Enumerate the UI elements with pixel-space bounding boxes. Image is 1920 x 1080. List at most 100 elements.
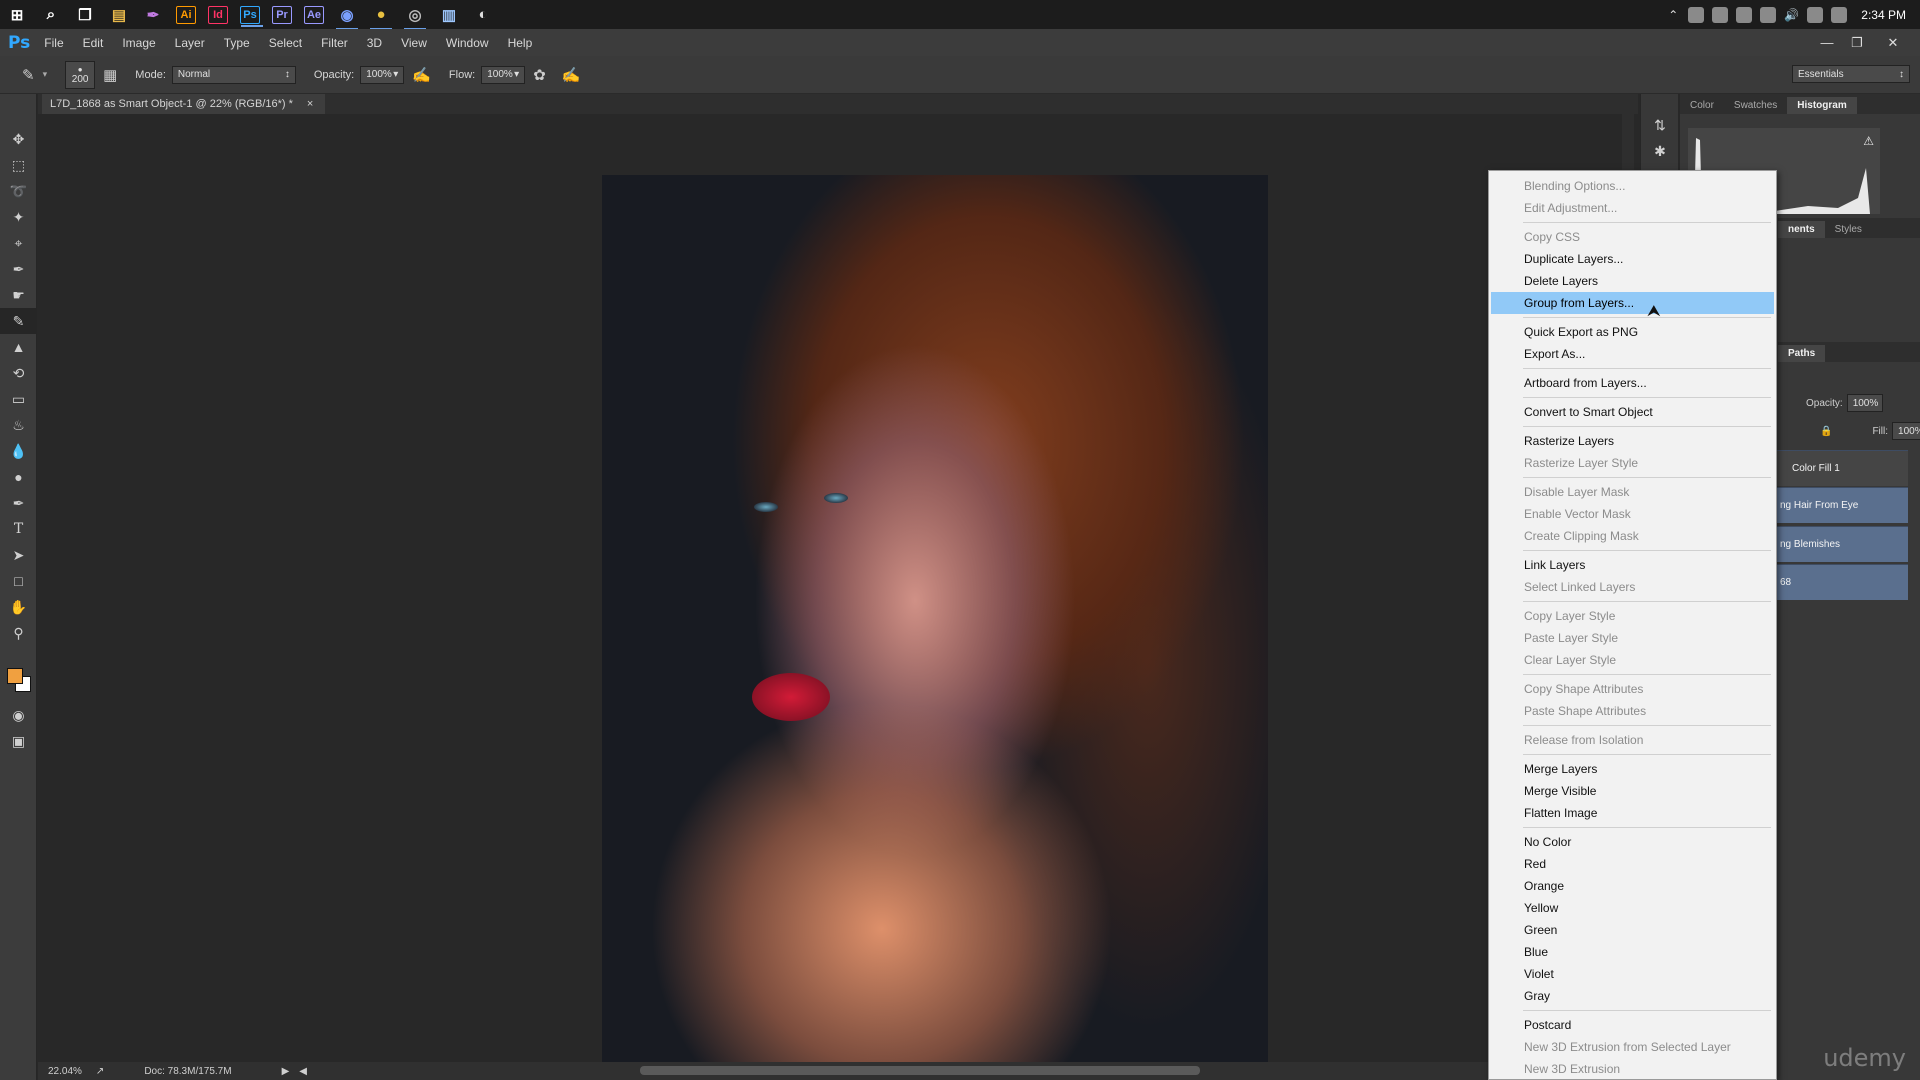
- menu-item-convert-to-smart-object[interactable]: Convert to Smart Object: [1491, 401, 1774, 423]
- layer-opacity-input[interactable]: 100%: [1846, 394, 1883, 412]
- chevron-down-icon[interactable]: ▾: [43, 69, 48, 80]
- after-effects-icon[interactable]: Ae: [304, 5, 324, 24]
- menu-3d[interactable]: 3D: [367, 36, 382, 50]
- tab-histogram[interactable]: Histogram: [1787, 97, 1857, 114]
- minimize-icon[interactable]: —: [1812, 29, 1842, 56]
- rectangle-tool-icon[interactable]: □: [0, 568, 37, 594]
- blur-tool-icon[interactable]: 💧: [0, 438, 37, 464]
- crop-tool-icon[interactable]: ⌖: [0, 230, 37, 256]
- menu-item-new-3d-extrusion[interactable]: New 3D Extrusion: [1491, 1058, 1774, 1080]
- history-panel-icon[interactable]: ⇅: [1641, 112, 1679, 138]
- tray-app-icon[interactable]: [1688, 6, 1705, 23]
- healing-brush-tool-icon[interactable]: ☛: [0, 282, 37, 308]
- layer-row[interactable]: Color Fill 1: [1774, 450, 1908, 486]
- menu-help[interactable]: Help: [508, 36, 533, 50]
- type-tool-icon[interactable]: T: [0, 516, 37, 542]
- menu-item-flatten-image[interactable]: Flatten Image: [1491, 802, 1774, 824]
- menu-item-quick-export-as-png[interactable]: Quick Export as PNG: [1491, 321, 1774, 343]
- menu-item-orange[interactable]: Orange: [1491, 875, 1774, 897]
- hand-tool-icon[interactable]: ✋: [0, 594, 37, 620]
- menu-item-blue[interactable]: Blue: [1491, 941, 1774, 963]
- foreground-color-swatch[interactable]: [7, 668, 23, 684]
- menu-item-violet[interactable]: Violet: [1491, 963, 1774, 985]
- magic-wand-tool-icon[interactable]: ✦: [0, 204, 37, 230]
- menu-item-blending-options[interactable]: Blending Options...: [1491, 175, 1774, 197]
- volume-icon[interactable]: 🔊: [1784, 8, 1799, 22]
- menu-item-rasterize-layers[interactable]: Rasterize Layers: [1491, 430, 1774, 452]
- menu-item-copy-layer-style[interactable]: Copy Layer Style: [1491, 605, 1774, 627]
- brush-tool-icon[interactable]: ✎: [22, 66, 35, 84]
- flow-input[interactable]: 100% ▾: [481, 65, 526, 84]
- zoom-tool-icon[interactable]: ⚲: [0, 620, 37, 646]
- network-icon[interactable]: [1760, 6, 1777, 23]
- notes-app-icon[interactable]: ▥: [438, 4, 460, 26]
- pen-app-icon[interactable]: ✒: [142, 4, 164, 26]
- tab-color[interactable]: Color: [1680, 97, 1724, 114]
- layer-row[interactable]: 68: [1774, 564, 1908, 600]
- chrome-icon[interactable]: ●: [370, 4, 392, 30]
- menu-item-export-as[interactable]: Export As...: [1491, 343, 1774, 365]
- lock-icon[interactable]: 🔒: [1820, 426, 1832, 437]
- scroll-left-icon[interactable]: ◀: [299, 1066, 307, 1077]
- notifications-icon[interactable]: [1807, 6, 1824, 23]
- file-explorer-icon[interactable]: ▤: [108, 4, 130, 26]
- tab-paths[interactable]: Paths: [1778, 345, 1826, 362]
- menu-item-delete-layers[interactable]: Delete Layers: [1491, 270, 1774, 292]
- layer-fill-input[interactable]: 100%: [1892, 422, 1920, 440]
- app-globe-icon[interactable]: ◎: [404, 4, 426, 30]
- app-disc-icon[interactable]: ◐: [472, 4, 494, 26]
- pressure-opacity-icon[interactable]: ✍: [412, 66, 431, 84]
- tray-app-icon[interactable]: [1736, 6, 1753, 23]
- close-tab-icon[interactable]: ×: [307, 98, 313, 110]
- illustrator-icon[interactable]: Ai: [176, 5, 196, 24]
- eyedropper-tool-icon[interactable]: ✒: [0, 256, 37, 282]
- brush-panel-icon[interactable]: ▦: [103, 66, 117, 84]
- search-icon[interactable]: ⌕: [40, 4, 62, 26]
- horizontal-scrollbar[interactable]: [640, 1066, 1200, 1075]
- zoom-level[interactable]: 22.04%: [48, 1066, 82, 1077]
- eraser-tool-icon[interactable]: ▭: [0, 386, 37, 412]
- menu-item-postcard[interactable]: Postcard: [1491, 1014, 1774, 1036]
- menu-item-rasterize-layer-style[interactable]: Rasterize Layer Style: [1491, 452, 1774, 474]
- menu-item-no-color[interactable]: No Color: [1491, 831, 1774, 853]
- screen-mode-icon[interactable]: ▣: [0, 728, 37, 754]
- history-brush-tool-icon[interactable]: ⟲: [0, 360, 37, 386]
- menu-item-link-layers[interactable]: Link Layers: [1491, 554, 1774, 576]
- layer-row[interactable]: ng Hair From Eye: [1774, 487, 1908, 523]
- menu-item-merge-visible[interactable]: Merge Visible: [1491, 780, 1774, 802]
- chevron-up-icon[interactable]: ⌃: [1668, 8, 1678, 22]
- dodge-tool-icon[interactable]: ●: [0, 464, 37, 490]
- layer-row[interactable]: ng Blemishes: [1774, 526, 1908, 562]
- menu-item-green[interactable]: Green: [1491, 919, 1774, 941]
- close-icon[interactable]: ✕: [1878, 29, 1908, 56]
- mode-select[interactable]: Normal ↕: [171, 65, 296, 84]
- workspace-select[interactable]: Essentials ↕: [1792, 65, 1910, 83]
- menu-item-select-linked-layers[interactable]: Select Linked Layers: [1491, 576, 1774, 598]
- menu-item-paste-shape-attributes[interactable]: Paste Shape Attributes: [1491, 700, 1774, 722]
- premiere-icon[interactable]: Pr: [272, 5, 292, 24]
- brush-preset-picker[interactable]: ● 200: [65, 60, 96, 89]
- menu-window[interactable]: Window: [446, 36, 489, 50]
- clone-stamp-tool-icon[interactable]: ▲: [0, 334, 37, 360]
- menu-item-duplicate-layers[interactable]: Duplicate Layers...: [1491, 248, 1774, 270]
- clock[interactable]: 2:34 PM: [1861, 8, 1906, 22]
- paint-bucket-tool-icon[interactable]: ♨: [0, 412, 37, 438]
- document-tab[interactable]: L7D_1868 as Smart Object-1 @ 22% (RGB/16…: [42, 94, 326, 114]
- menu-item-merge-layers[interactable]: Merge Layers: [1491, 758, 1774, 780]
- menu-layer[interactable]: Layer: [175, 36, 205, 50]
- menu-item-new-3d-extrusion-from-selected-layer[interactable]: New 3D Extrusion from Selected Layer: [1491, 1036, 1774, 1058]
- tool-presets-icon[interactable]: ✱: [1641, 138, 1679, 164]
- tab-swatches[interactable]: Swatches: [1724, 97, 1787, 114]
- menu-item-artboard-from-layers[interactable]: Artboard from Layers...: [1491, 372, 1774, 394]
- airbrush-icon[interactable]: ✿: [533, 66, 546, 84]
- menu-type[interactable]: Type: [224, 36, 250, 50]
- menu-item-enable-vector-mask[interactable]: Enable Vector Mask: [1491, 503, 1774, 525]
- share-icon[interactable]: ↗: [96, 1066, 104, 1077]
- menu-item-create-clipping-mask[interactable]: Create Clipping Mask: [1491, 525, 1774, 547]
- menu-item-paste-layer-style[interactable]: Paste Layer Style: [1491, 627, 1774, 649]
- menu-item-yellow[interactable]: Yellow: [1491, 897, 1774, 919]
- path-selection-tool-icon[interactable]: ➤: [0, 542, 37, 568]
- menu-view[interactable]: View: [401, 36, 427, 50]
- menu-item-copy-shape-attributes[interactable]: Copy Shape Attributes: [1491, 678, 1774, 700]
- menu-item-copy-css[interactable]: Copy CSS: [1491, 226, 1774, 248]
